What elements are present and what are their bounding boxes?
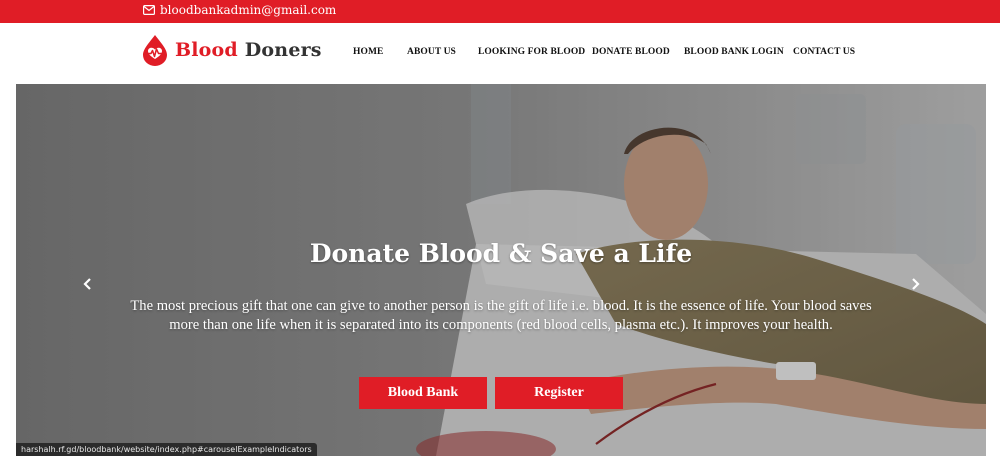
contact-email[interactable]: bloodbankadmin@gmail.com (143, 3, 336, 17)
nav-about-us[interactable]: ABOUT US (407, 47, 456, 57)
blood-bank-button[interactable]: Blood Bank (359, 377, 487, 409)
hero-title: Donate Blood & Save a Life (309, 239, 693, 268)
main-navbar: Blood Doners HOME ABOUT US LOOKING FOR B… (0, 23, 1000, 84)
nav-menu: HOME ABOUT US LOOKING FOR BLOOD DONATE B… (0, 47, 1000, 63)
nav-contact-us[interactable]: CONTACT US (793, 47, 855, 57)
hero-description: The most precious gift that one can give… (130, 298, 872, 333)
chevron-right-icon (912, 278, 920, 290)
carousel-prev-button[interactable] (78, 274, 98, 294)
link-status-bar: harshalh.rf.gd/bloodbank/website/index.p… (16, 443, 317, 456)
top-contact-bar: bloodbankadmin@gmail.com (0, 0, 1000, 23)
nav-donate-blood[interactable]: DONATE BLOOD (592, 47, 670, 57)
hero-carousel: Donate Blood & Save a Life The most prec… (16, 84, 986, 456)
register-button[interactable]: Register (495, 377, 623, 409)
contact-email-text: bloodbankadmin@gmail.com (160, 3, 337, 17)
nav-blood-bank-login[interactable]: BLOOD BANK LOGIN (684, 47, 784, 57)
carousel-next-button[interactable] (905, 274, 925, 294)
nav-home[interactable]: HOME (353, 47, 383, 57)
envelope-icon (143, 5, 155, 15)
nav-looking-for-blood[interactable]: LOOKING FOR BLOOD (478, 47, 585, 57)
chevron-left-icon (83, 278, 91, 290)
